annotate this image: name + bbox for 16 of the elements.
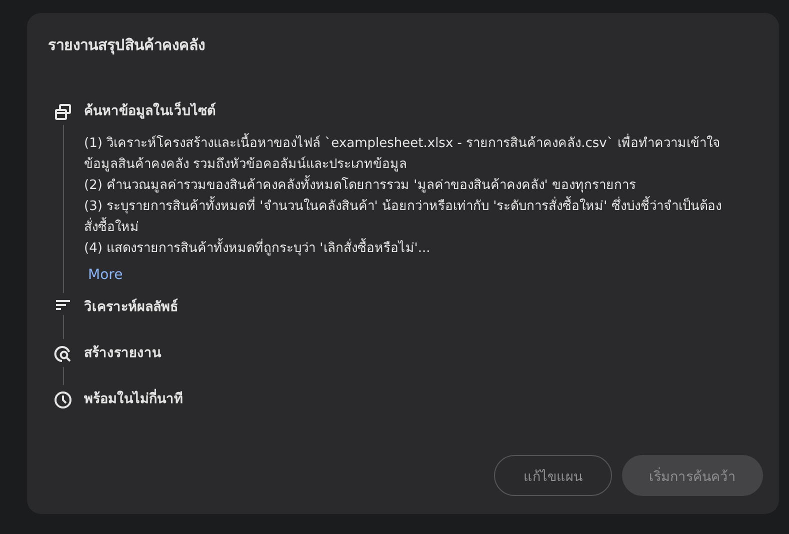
- plan-text: ข้อมูลสินค้าคงคลัง รวมถึงหัวข้อคอลัมน์และประเภทข้อมูล: [84, 156, 408, 174]
- plan-text: สั่งซื้อใหม่: [84, 217, 763, 238]
- plan-text: (3) ระบุรายการสินค้าทั้งหมดที่ 'จำนวนในคลังสินค้า' น้อยกว่าหรือเท่ากับ 'ระดับการสั่งซื้อใหม่' ซึ่งบ่งชี้ว่าจำเป็นต้อง: [84, 196, 763, 217]
- step-label: ค้นหาข้อมูลในเว็บไซต์: [84, 101, 217, 121]
- windows-icon: [54, 103, 72, 121]
- plan-text: (1) วิเคราะห์โครงสร้างและเนื้อหาของไฟล์ `examplesheet.xlsx - รายการสินค้าคงคลัง.csv` เพื่อทำความเข้าใจ: [84, 133, 763, 154]
- plan-text: (2) คำนวณมูลค่ารวมของสินค้าคงคลังทั้งหมดโดยการรวม 'มูลค่าของสินค้าคงคลัง' ของทุกรายการ: [84, 175, 763, 196]
- clock-icon: [54, 391, 72, 409]
- plan-text: (4) แสดงรายการสินค้าทั้งหมดที่ถูกระบุว่า 'เลิกสั่งซื้อหรือไม่'...: [84, 238, 763, 259]
- search-icon: [54, 345, 72, 363]
- step-label: พร้อมในไม่กี่นาที: [84, 389, 763, 409]
- step-label: สร้างรายงาน: [84, 344, 162, 363]
- lines-icon: [55, 299, 71, 311]
- more-link[interactable]: More: [88, 267, 123, 283]
- dialog-title: รายงานสรุปสินค้าคงคลัง: [48, 35, 206, 56]
- step-label: วิเคราะห์ผลลัพธ์: [84, 298, 179, 317]
